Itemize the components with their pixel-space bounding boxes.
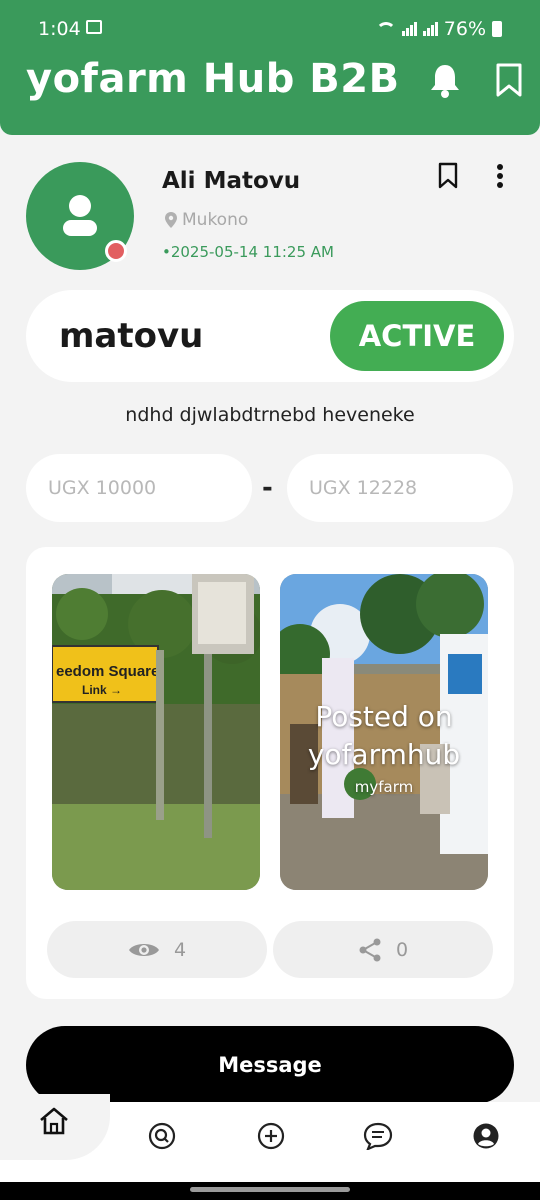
photo-overlay: Posted on yofarmhub myfarm (280, 574, 488, 890)
chat-icon[interactable] (363, 1122, 393, 1150)
location-text: Mukono (182, 210, 249, 230)
more-vertical-icon[interactable] (495, 162, 505, 190)
signal-icon (401, 22, 417, 36)
listing-title: matovu (59, 316, 204, 356)
price-max: UGX 12228 (287, 454, 513, 522)
overlay-text: Posted on yofarmhub (307, 700, 461, 771)
share-icon (359, 938, 381, 961)
search-icon[interactable] (148, 1122, 176, 1150)
online-status-dot (105, 240, 127, 262)
status-badge: ACTIVE (330, 301, 504, 371)
message-button[interactable]: Message (26, 1026, 514, 1104)
app-bar: 1:04 76% yofarm Hub B2B (0, 0, 540, 135)
listing-photo[interactable]: Posted on yofarmhub myfarm (280, 574, 488, 890)
listing-title-row: matovu ACTIVE (26, 290, 514, 382)
svg-text:Link →: Link → (82, 683, 122, 697)
location: Mukono (164, 210, 248, 230)
bookmark-icon[interactable] (494, 62, 524, 98)
wifi-icon (375, 22, 396, 36)
views-count: 4 (173, 938, 187, 961)
listing-photo[interactable]: eedom Square Link → (52, 574, 260, 890)
status-bar: 1:04 76% (0, 14, 540, 46)
views-stat: 4 (47, 921, 267, 978)
post-timestamp: •2025-05-14 11:25 AM (162, 243, 334, 261)
bookmark-icon[interactable] (437, 162, 459, 190)
add-icon[interactable] (257, 1122, 285, 1150)
home-icon[interactable] (38, 1106, 70, 1136)
listing-description: ndhd djwlabdtrnebd heveneke (125, 404, 415, 426)
bell-icon[interactable] (428, 62, 462, 98)
eye-icon (128, 943, 159, 956)
battery-percent: 76% (443, 18, 486, 40)
price-separator: - (262, 473, 273, 503)
image-icon (86, 20, 102, 34)
gesture-handle[interactable] (190, 1187, 350, 1192)
overlay-subtext: myfarm (354, 778, 414, 796)
media-card: eedom Square Link → Posted on yofarmhub … (26, 547, 514, 999)
price-min: UGX 10000 (26, 454, 252, 522)
share-button[interactable]: 0 (273, 921, 493, 978)
battery-icon (492, 21, 502, 37)
profile-icon[interactable] (472, 1122, 500, 1150)
status-time: 1:04 (38, 18, 81, 40)
app-title: yofarm Hub B2B (26, 56, 400, 102)
user-name[interactable]: Ali Matovu (162, 168, 300, 194)
shares-count: 0 (395, 938, 409, 961)
signal-icon (422, 22, 438, 36)
svg-text:eedom Square: eedom Square (56, 663, 159, 680)
status-indicators: 76% (375, 18, 502, 40)
location-pin-icon (165, 212, 177, 228)
